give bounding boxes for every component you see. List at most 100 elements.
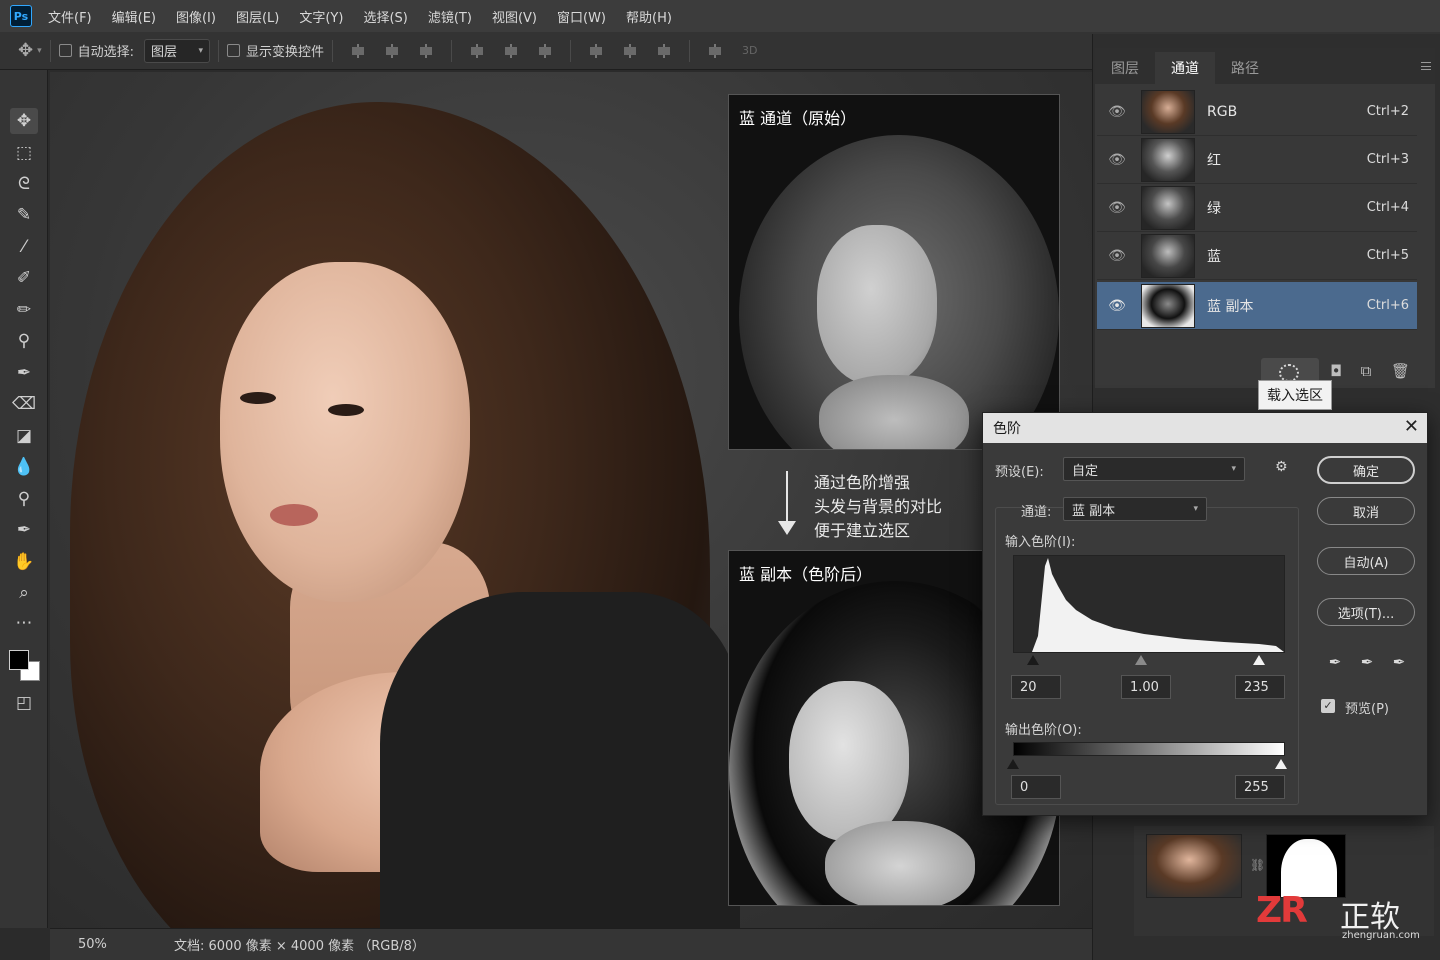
- align-bottom-icon[interactable]: [418, 43, 434, 58]
- healing-brush-icon[interactable]: ✐: [10, 265, 38, 291]
- auto-button[interactable]: 自动(A): [1317, 547, 1415, 575]
- more-tools-icon[interactable]: ⋯: [10, 610, 38, 636]
- align-left-icon[interactable]: [469, 43, 485, 58]
- menu-type[interactable]: 文字(Y): [299, 7, 343, 26]
- channel-value: 蓝 副本: [1072, 503, 1116, 519]
- layer-thumbnail[interactable]: [1146, 834, 1242, 898]
- input-white-field[interactable]: 235: [1235, 675, 1285, 699]
- ok-button[interactable]: 确定: [1317, 456, 1415, 484]
- blur-icon[interactable]: 💧: [10, 454, 38, 480]
- eye-icon[interactable]: 👁: [1097, 200, 1137, 216]
- input-gamma-field[interactable]: 1.00: [1121, 675, 1171, 699]
- gradient-icon[interactable]: ◪: [10, 423, 38, 449]
- menu-image[interactable]: 图像(I): [176, 7, 216, 26]
- channel-name: 蓝: [1207, 248, 1221, 265]
- link-icon[interactable]: ⛓: [1250, 858, 1265, 872]
- clone-stamp-icon[interactable]: ⚲: [10, 328, 38, 354]
- input-black-slider[interactable]: [1027, 655, 1039, 665]
- menu-filter[interactable]: 滤镜(T): [428, 7, 472, 26]
- distribute-spacing-icon[interactable]: [707, 43, 723, 58]
- save-selection-icon[interactable]: ◘: [1327, 362, 1345, 380]
- menu-edit[interactable]: 编辑(E): [112, 7, 156, 26]
- preset-dropdown[interactable]: 自定 ▾: [1063, 457, 1245, 481]
- lasso-tool-icon[interactable]: ᘓ: [10, 171, 38, 197]
- move-tool-icon[interactable]: ✥: [10, 108, 38, 134]
- menu-layer[interactable]: 图层(L): [236, 7, 279, 26]
- channel-row-blue[interactable]: 👁 蓝 Ctrl+5: [1097, 232, 1417, 280]
- document-info[interactable]: 文档: 6000 像素 × 4000 像素 （RGB/8）: [174, 935, 425, 954]
- quick-mask-icon[interactable]: ◰: [10, 690, 38, 716]
- zoom-tool-icon[interactable]: ⌕: [10, 580, 38, 606]
- tab-layers[interactable]: 图层: [1095, 52, 1155, 84]
- output-white-field[interactable]: 255: [1235, 775, 1285, 799]
- options-button[interactable]: 选项(T)...: [1317, 598, 1415, 626]
- quick-select-icon[interactable]: ✎: [10, 202, 38, 228]
- gray-eyedropper-icon[interactable]: ✒: [1357, 653, 1377, 673]
- gear-icon[interactable]: ⚙: [1275, 459, 1288, 475]
- menu-file[interactable]: 文件(F): [48, 7, 92, 26]
- divider: [451, 39, 453, 62]
- output-white-slider[interactable]: [1275, 759, 1287, 769]
- chevron-down-icon: ▾: [1231, 464, 1236, 474]
- tab-channels[interactable]: 通道: [1155, 52, 1215, 84]
- watermark-url: zhengruan.com: [1342, 930, 1420, 941]
- menu-window[interactable]: 窗口(W): [557, 7, 606, 26]
- eraser-icon[interactable]: ⌫: [10, 391, 38, 417]
- foreground-color-swatch[interactable]: [9, 650, 29, 670]
- input-black-field[interactable]: 20: [1011, 675, 1061, 699]
- mask-thumbnail[interactable]: [1266, 834, 1346, 898]
- distribute-bottom-icon[interactable]: [656, 43, 672, 58]
- eye-icon[interactable]: 👁: [1097, 152, 1137, 168]
- show-transform-checkbox[interactable]: [227, 44, 241, 57]
- chevron-down-icon: ▾: [198, 45, 204, 56]
- distribute-top-icon[interactable]: [588, 43, 604, 58]
- move-tool-preset-icon[interactable]: ✥: [18, 40, 33, 61]
- close-icon[interactable]: ✕: [1404, 416, 1419, 437]
- cancel-button[interactable]: 取消: [1317, 497, 1415, 525]
- menu-view[interactable]: 视图(V): [492, 7, 537, 26]
- tab-paths[interactable]: 路径: [1215, 52, 1275, 84]
- trash-icon[interactable]: 🗑: [1391, 362, 1410, 380]
- eye-icon[interactable]: 👁: [1097, 298, 1137, 314]
- pencil-icon[interactable]: ✏: [10, 297, 38, 323]
- align-horizontal-center-icon[interactable]: [503, 43, 519, 58]
- divider: [332, 39, 334, 62]
- menu-help[interactable]: 帮助(H): [626, 7, 672, 26]
- histogram: [1013, 555, 1285, 653]
- channel-row-blue-copy[interactable]: 👁 蓝 副本 Ctrl+6: [1097, 282, 1417, 330]
- channel-row-rgb[interactable]: 👁 RGB Ctrl+2: [1097, 88, 1417, 136]
- brush-tool-icon[interactable]: ⁄: [10, 234, 38, 260]
- auto-select-checkbox[interactable]: [58, 44, 72, 57]
- eye-icon[interactable]: 👁: [1097, 104, 1137, 120]
- align-vertical-center-icon[interactable]: [384, 43, 400, 58]
- output-levels-label: 输出色阶(O):: [1005, 723, 1082, 738]
- note-line-1: 通过色阶增强: [814, 473, 911, 492]
- eye-icon[interactable]: 👁: [1097, 248, 1137, 264]
- dialog-titlebar[interactable]: 色阶 ✕: [983, 413, 1427, 443]
- auto-select-dropdown[interactable]: 图层 ▾: [144, 38, 211, 63]
- black-eyedropper-icon[interactable]: ✒: [1325, 653, 1345, 673]
- output-black-field[interactable]: 0: [1011, 775, 1061, 799]
- menu-select[interactable]: 选择(S): [363, 7, 407, 26]
- channel-row-green[interactable]: 👁 绿 Ctrl+4: [1097, 184, 1417, 232]
- distribute-center-icon[interactable]: [622, 43, 638, 58]
- new-channel-icon[interactable]: ⧉: [1357, 362, 1375, 380]
- history-brush-icon[interactable]: ✒: [10, 360, 38, 386]
- channel-shortcut: Ctrl+3: [1366, 152, 1409, 167]
- align-top-icon[interactable]: [350, 43, 366, 58]
- input-gamma-slider[interactable]: [1135, 655, 1147, 665]
- white-eyedropper-icon[interactable]: ✒: [1389, 653, 1409, 673]
- channel-dropdown[interactable]: 蓝 副本 ▾: [1063, 497, 1207, 521]
- preset-dropdown-icon[interactable]: ▾: [37, 46, 42, 56]
- dodge-icon[interactable]: ⚲: [10, 486, 38, 512]
- panel-menu-icon[interactable]: [1421, 62, 1431, 70]
- output-black-slider[interactable]: [1007, 759, 1019, 769]
- pen-tool-icon[interactable]: ✒: [10, 517, 38, 543]
- marquee-tool-icon[interactable]: ⬚: [10, 140, 38, 166]
- align-right-icon[interactable]: [537, 43, 553, 58]
- zoom-level[interactable]: 50%: [78, 937, 174, 952]
- preview-checkbox[interactable]: ✓: [1321, 699, 1335, 713]
- channel-row-red[interactable]: 👁 红 Ctrl+3: [1097, 136, 1417, 184]
- input-white-slider[interactable]: [1253, 655, 1265, 665]
- hand-tool-icon[interactable]: ✋: [10, 549, 38, 575]
